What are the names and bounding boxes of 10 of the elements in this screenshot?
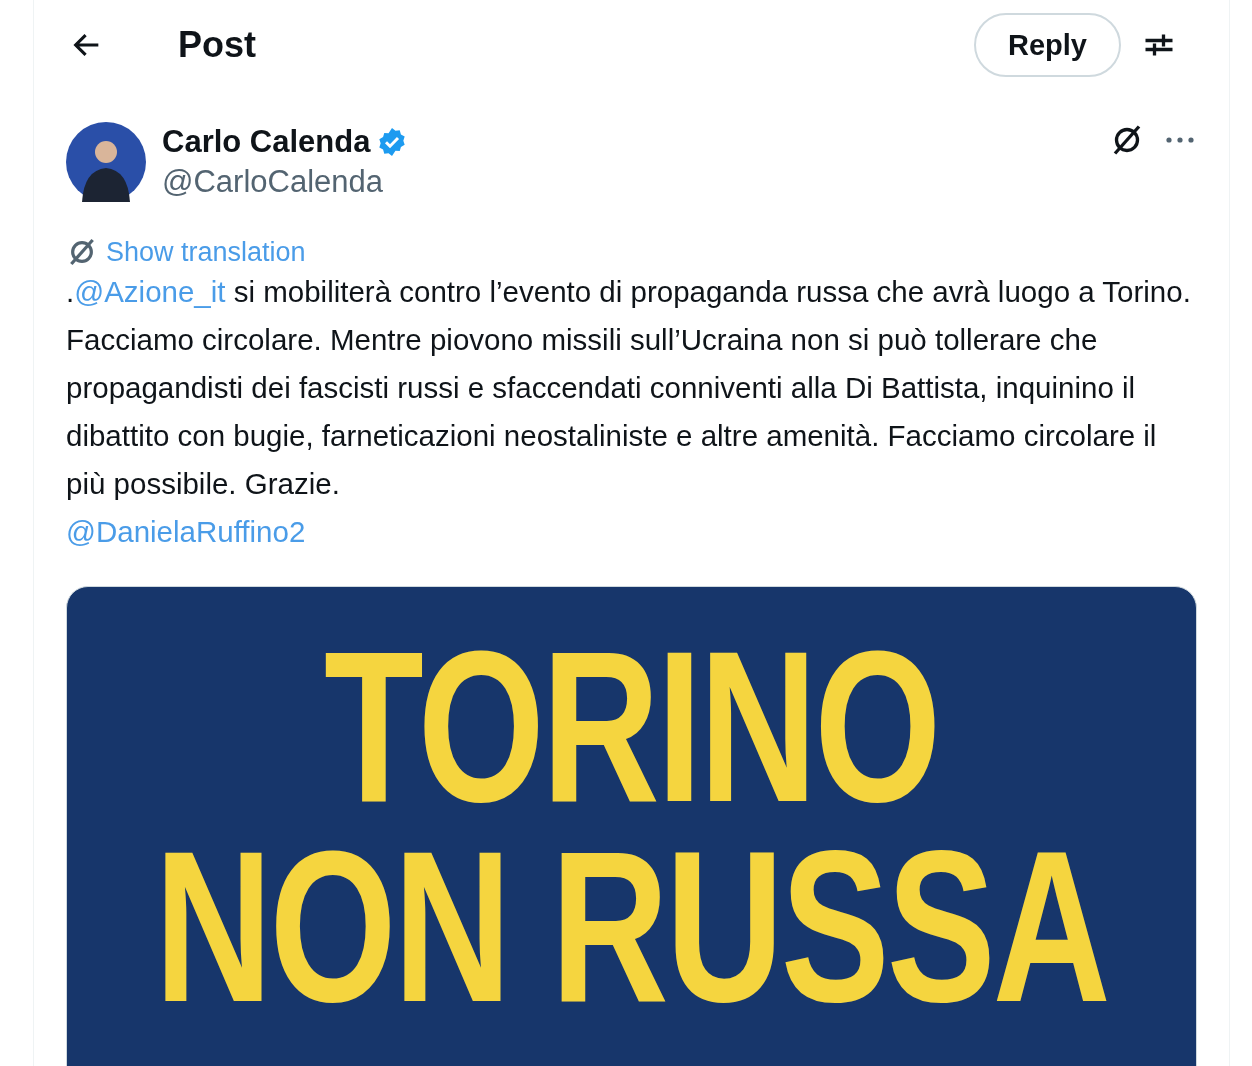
page-title: Post bbox=[178, 24, 256, 66]
post-image[interactable]: TORINO NON RUSSA bbox=[66, 586, 1197, 1066]
author-name[interactable]: Carlo Calenda bbox=[162, 122, 371, 162]
image-headline: TORINO bbox=[324, 627, 939, 827]
image-headline: NON RUSSA bbox=[154, 827, 1109, 1027]
avatar[interactable] bbox=[66, 122, 146, 202]
author-handle[interactable]: @CarloCalenda bbox=[162, 162, 409, 202]
more-options-icon[interactable] bbox=[1165, 135, 1195, 145]
reply-button[interactable]: Reply bbox=[974, 13, 1121, 77]
post-text: .@Azione_it si mobiliterà contro l’evento di propaganda russa che avrà luogo a Torino. Facciamo circolare. Mentre piovono missili sull’Ucraina non si può tollerare che propagandisti dei fascisti russi e sfaccendati conniventi alla Di Battista, inquinino il dibattito con bugie, farneticazioni neostaliniste e altre amenità. Facciamo circolare il più possibile. Grazie. @DanielaRuffino2 bbox=[65, 274, 1192, 550]
